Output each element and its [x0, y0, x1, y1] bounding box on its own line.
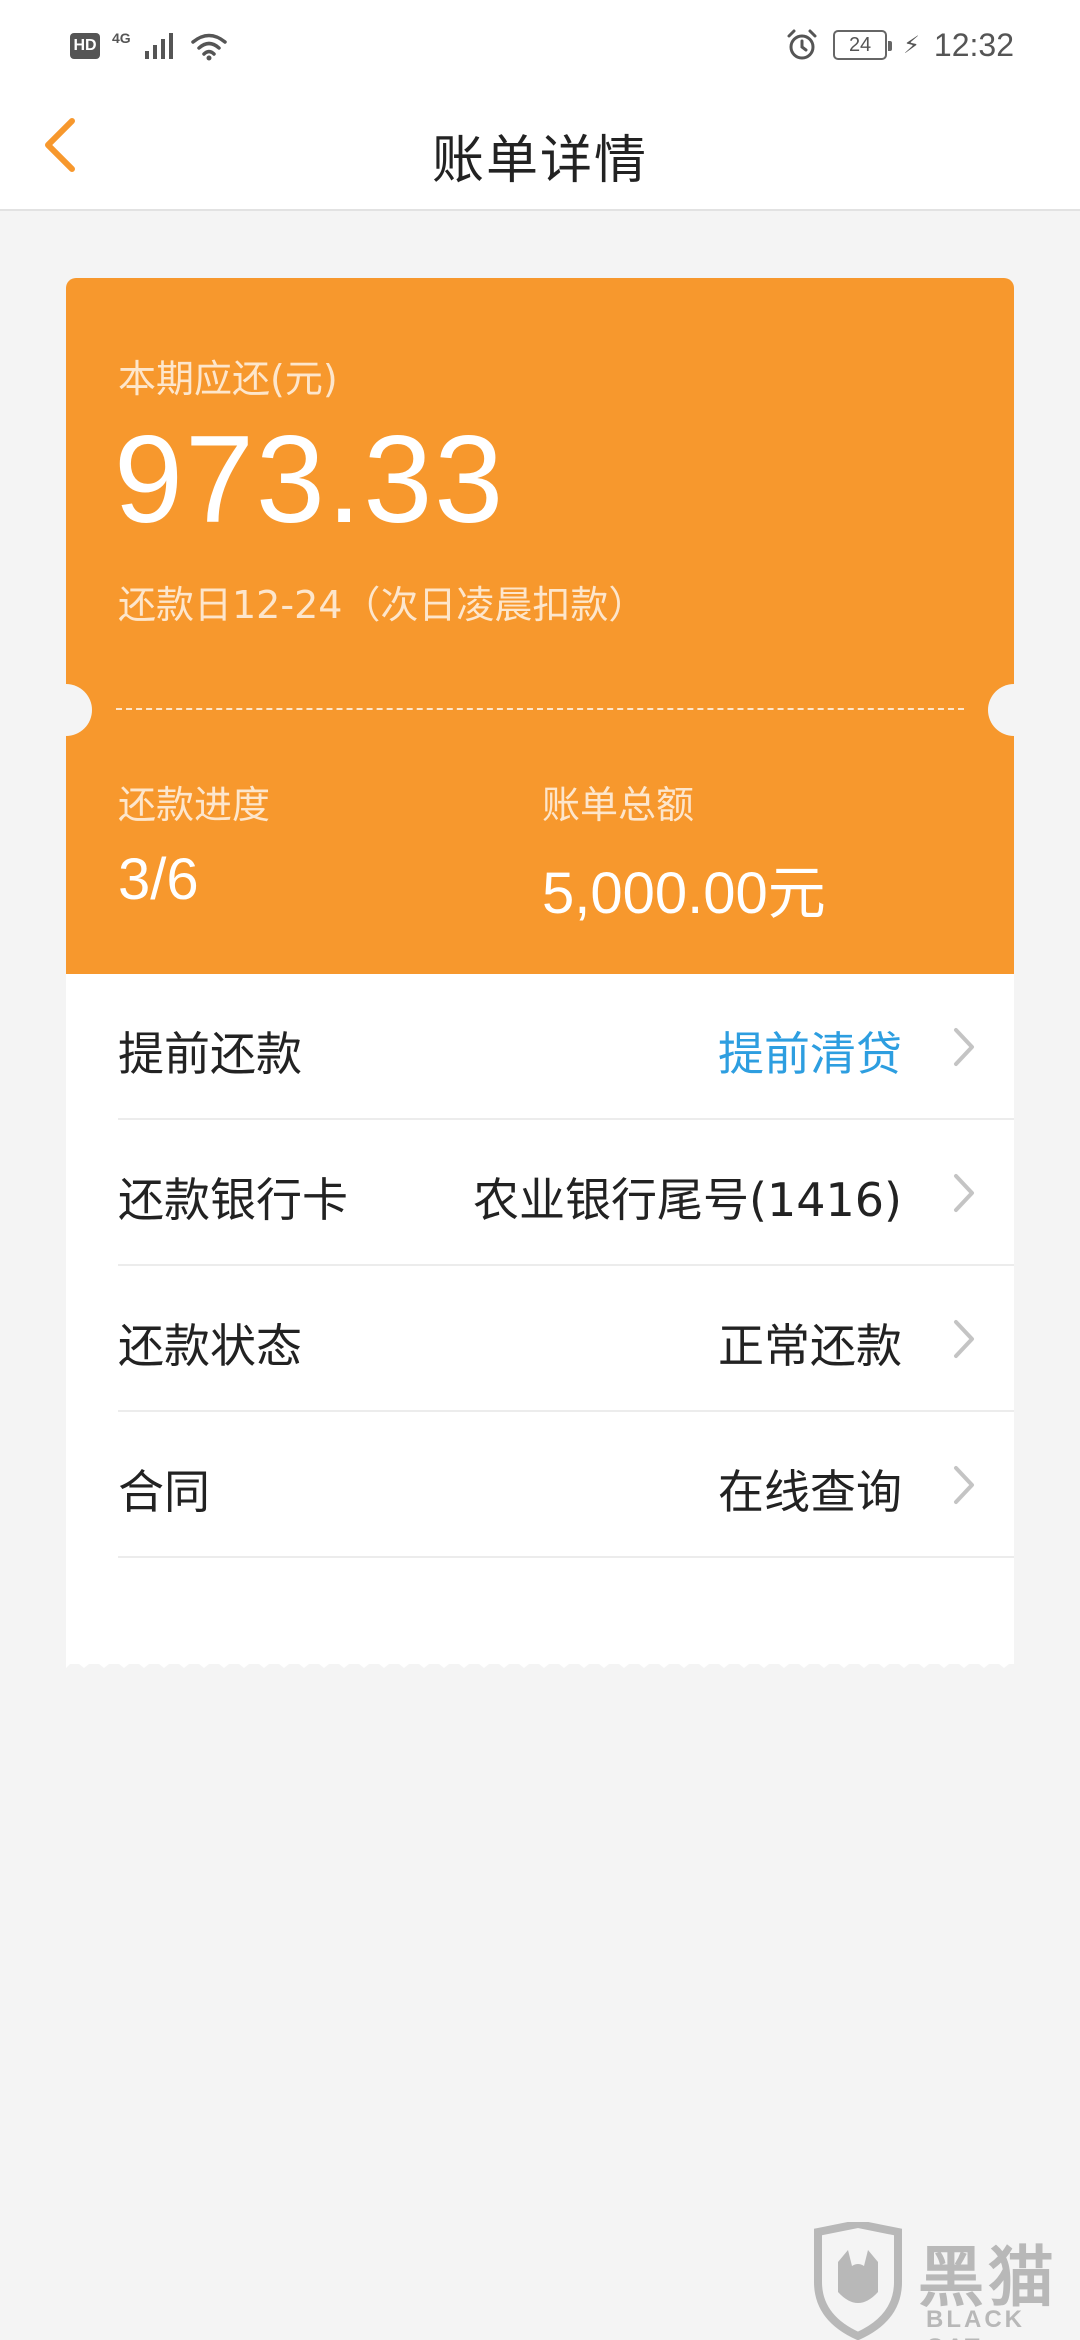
top-bar: HD 4G 24 ⚡ 12:32 账单详情	[0, 0, 1080, 211]
progress-label: 还款进度	[118, 783, 271, 827]
bill-detail-list: 提前还款 提前清贷 还款银行卡 农业银行尾号(1416) 还款状态 正常还款 合…	[66, 974, 1014, 1664]
bill-summary-card: 本期应还(元) 973.33 还款日12-24（次日凌晨扣款） 还款进度 3/6…	[66, 278, 1014, 974]
page-title: 账单详情	[431, 131, 648, 191]
progress-value: 3/6	[118, 847, 199, 912]
row-bank-card[interactable]: 还款银行卡 农业银行尾号(1416)	[118, 1120, 1014, 1266]
charging-icon: ⚡	[903, 31, 920, 59]
signal-icon	[144, 33, 173, 59]
early-payoff-link[interactable]: 提前清贷	[718, 1018, 902, 1084]
battery-indicator: 24	[833, 30, 893, 60]
repayment-status-value: 正常还款	[718, 1319, 902, 1373]
receipt-zigzag-edge	[66, 1650, 1014, 1668]
status-left: HD 4G	[70, 26, 229, 66]
row-label: 还款状态	[118, 1319, 302, 1373]
status-time: 12:32	[933, 26, 1014, 63]
chevron-right-icon	[954, 1174, 974, 1212]
row-repayment-status[interactable]: 还款状态 正常还款	[118, 1266, 1014, 1412]
row-early-repayment[interactable]: 提前还款 提前清贷	[118, 974, 1014, 1120]
bank-card-value: 农业银行尾号(1416)	[473, 1173, 902, 1227]
ticket-notch-left	[40, 684, 92, 736]
contract-value: 在线查询	[718, 1465, 902, 1519]
page-header: 账单详情	[0, 90, 1080, 211]
wifi-icon	[190, 33, 227, 61]
status-bar: HD 4G 24 ⚡ 12:32	[0, 0, 1080, 90]
watermark-text-en: BLACK CAT	[926, 2306, 1025, 2340]
due-date: 还款日12-24（次日凌晨扣款）	[118, 583, 647, 627]
due-amount: 973.33	[114, 411, 506, 549]
row-label: 合同	[118, 1465, 210, 1519]
row-contract[interactable]: 合同 在线查询	[118, 1412, 1014, 1558]
total-value: 5,000.00元	[542, 861, 826, 926]
hd-badge: HD	[70, 33, 100, 59]
row-label: 还款银行卡	[118, 1173, 348, 1227]
status-right: 24 ⚡ 12:32	[785, 22, 1014, 68]
chevron-right-icon	[954, 1320, 974, 1358]
due-label: 本期应还(元)	[118, 357, 338, 401]
chevron-right-icon	[954, 1028, 974, 1066]
row-label: 提前还款	[118, 1027, 302, 1081]
total-label: 账单总额	[542, 783, 695, 827]
cat-shield-icon	[814, 2222, 902, 2340]
alarm-icon	[787, 29, 817, 60]
dashed-divider	[116, 708, 964, 710]
ticket-notch-right	[988, 684, 1040, 736]
network-type: 4G	[112, 30, 131, 46]
watermark-logo: 黑猫 BLACK CAT	[808, 2222, 1080, 2340]
chevron-right-icon	[954, 1466, 974, 1504]
